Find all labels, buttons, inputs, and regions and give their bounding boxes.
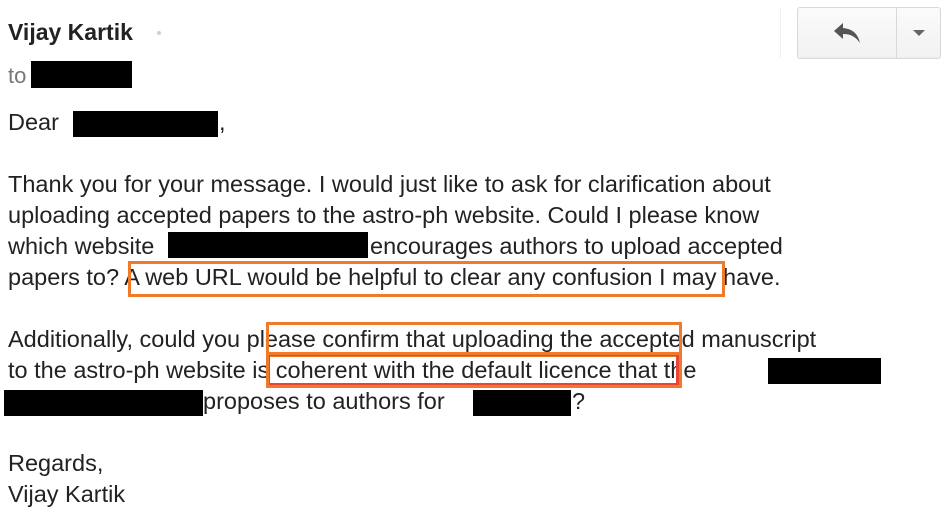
more-actions-button[interactable] <box>897 8 940 58</box>
paragraph1-line1: Thank you for your message. I would just… <box>8 171 771 197</box>
highlight-web-url <box>128 261 725 297</box>
chevron-down-icon <box>912 30 925 36</box>
paragraph2-line3a: proposes to authors for <box>203 388 445 414</box>
redacted-journal <box>473 390 571 416</box>
sender-name[interactable]: Vijay Kartik <box>8 19 133 46</box>
greeting-text: Dear <box>8 109 59 135</box>
recipient-label[interactable]: to <box>8 63 26 89</box>
redacted-publisher <box>768 358 881 384</box>
toolbar-divider <box>780 8 781 58</box>
reply-button[interactable] <box>798 8 895 58</box>
paragraph1-line2: uploading accepted papers to the astro-p… <box>8 202 760 228</box>
redacted-publisher-cont <box>4 390 203 416</box>
redacted-name <box>73 111 218 137</box>
greeting-line: Dear <box>8 107 59 138</box>
signature-text: Vijay Kartik <box>8 481 126 507</box>
paragraph1-line3b: encourages authors to upload accepted <box>370 233 783 259</box>
redacted-organization <box>168 232 368 258</box>
redacted-recipient <box>31 61 132 88</box>
sender-status-dot <box>157 31 161 35</box>
greeting-comma: , <box>219 109 226 135</box>
paragraph2-line3b: ? <box>572 388 586 414</box>
closing-text: Regards, <box>8 450 104 476</box>
reply-arrow-icon <box>833 23 860 43</box>
paragraph1-line3a: which website <box>8 233 155 259</box>
highlight-coherent-licence-outer <box>266 352 682 388</box>
